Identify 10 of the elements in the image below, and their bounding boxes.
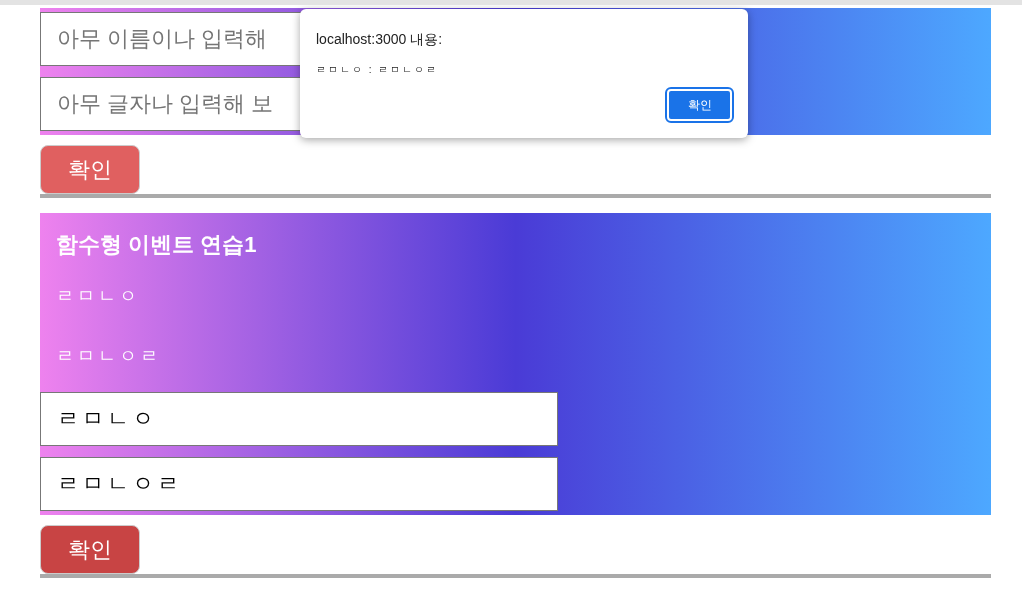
input-field[interactable]: ㄹㅁㄴㅇ xyxy=(40,392,558,446)
section-title: 함수형 이벤트 연습1 xyxy=(55,231,258,259)
text-line: ㄹㅁㄴㅇㄹ xyxy=(55,345,162,368)
confirm-button[interactable]: 확인 xyxy=(40,145,140,194)
dialog-message: ㄹㅁㄴㅇ : ㄹㅁㄴㅇㄹ xyxy=(316,63,440,77)
confirm-button[interactable]: 확인 xyxy=(40,525,140,574)
text-line: ㄹㅁㄴㅇ xyxy=(55,285,141,308)
input-field[interactable]: ㄹㅁㄴㅇㄹ xyxy=(40,457,558,511)
dialog-title: localhost:3000 내용: xyxy=(316,30,444,49)
ok-button[interactable]: 확인 xyxy=(667,89,732,121)
